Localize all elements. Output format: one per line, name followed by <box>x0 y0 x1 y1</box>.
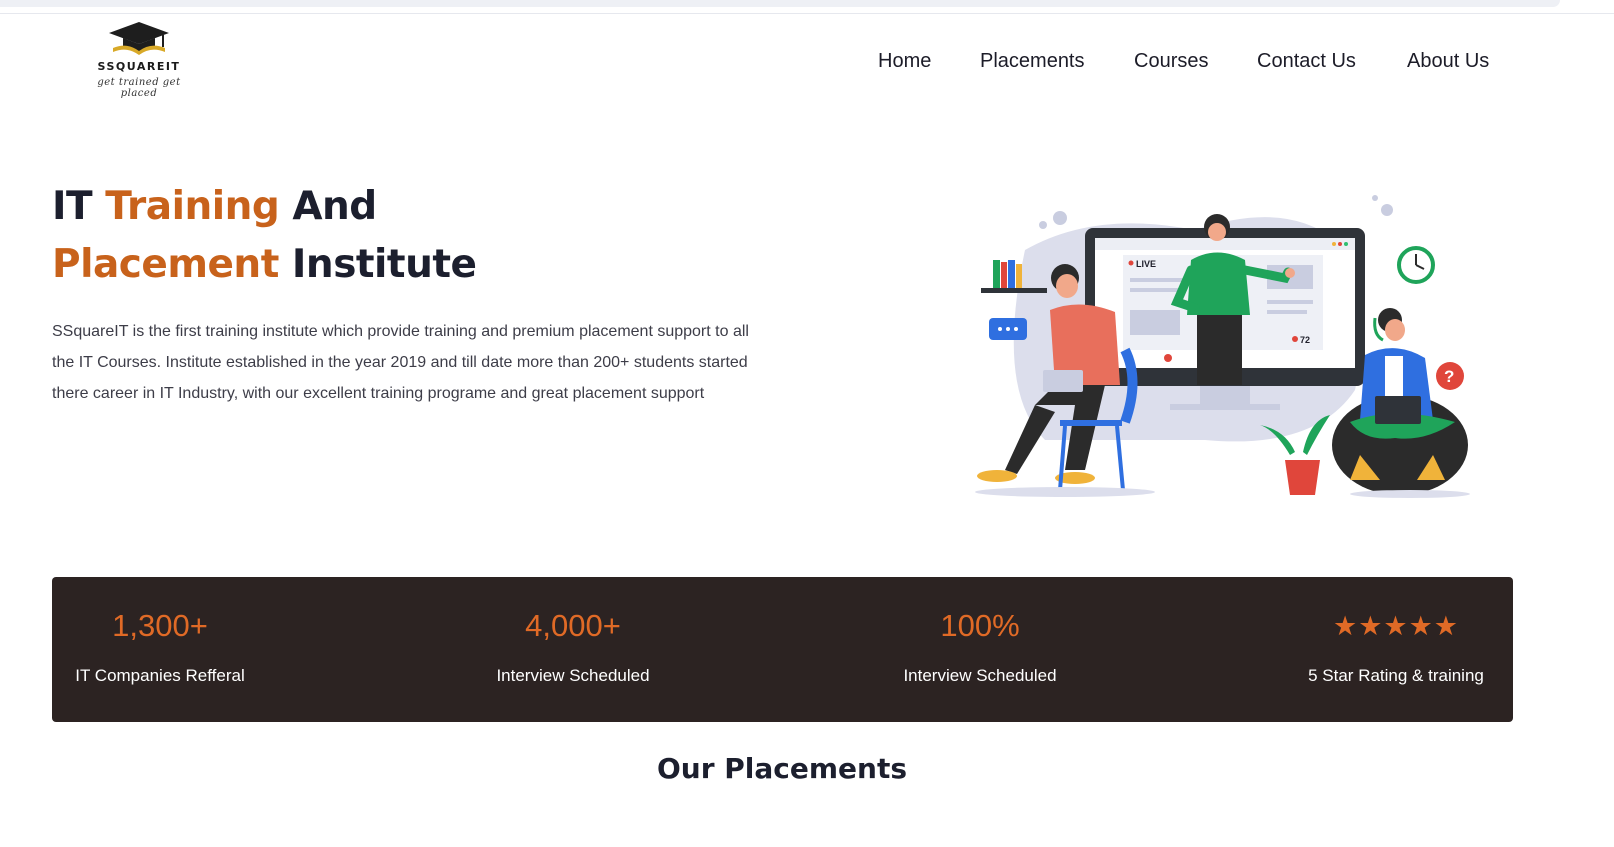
star-rating-icon: ★★★★★ <box>1332 611 1460 641</box>
hero-description: SSquareIT is the first training institut… <box>52 323 749 402</box>
brand-logo[interactable]: SSQUAREIT get trained get placed <box>78 20 200 110</box>
stat-value: 100% <box>940 608 1020 643</box>
nav-courses[interactable]: Courses <box>1134 50 1208 73</box>
stat-label: Interview Scheduled <box>496 666 650 685</box>
online-training-illustration: LIVE 72 ? <box>975 195 1470 498</box>
hero-title-line-2: Placement Institute <box>52 236 477 294</box>
hero-title-accent: Placement <box>52 242 279 287</box>
stat-item: 4,000+ Interview Scheduled <box>423 577 723 722</box>
graduation-cap-icon <box>109 22 169 55</box>
hero-title-text: IT <box>52 184 106 229</box>
hero-title-text: Institute <box>278 242 477 287</box>
nav-contact-us[interactable]: Contact Us <box>1257 50 1356 73</box>
stat-label: IT Companies Refferal <box>75 666 245 685</box>
svg-text:?: ? <box>1444 367 1454 386</box>
nav-placements[interactable]: Placements <box>980 50 1085 73</box>
hero-title: IT Training And Placement Institute <box>52 178 477 294</box>
stat-item: ★★★★★ 5 Star Rating & training <box>1246 577 1546 722</box>
nav-home[interactable]: Home <box>878 50 931 73</box>
viewer-count: 72 <box>1300 335 1310 345</box>
stat-label: Interview Scheduled <box>903 666 1057 685</box>
stat-value: 4,000+ <box>525 608 621 643</box>
brand-tagline: get trained get placed <box>97 77 181 99</box>
stat-item: 100% Interview Scheduled <box>830 577 1130 722</box>
stat-label: 5 Star Rating & training <box>1308 666 1484 685</box>
brand-name: SSQUAREIT <box>97 60 181 73</box>
nav-about-us[interactable]: About Us <box>1407 50 1489 73</box>
browser-top-strip <box>0 0 1560 7</box>
hero-title-accent: Training <box>105 184 280 229</box>
hero-title-text: And <box>279 184 377 229</box>
section-title-placements: Our Placements <box>656 752 908 785</box>
stat-item: 1,300+ IT Companies Refferal <box>10 577 310 722</box>
stat-value: 1,300+ <box>112 608 208 643</box>
live-label: LIVE <box>1136 259 1156 269</box>
stats-bar: 1,300+ IT Companies Refferal 4,000+ Inte… <box>52 577 1513 722</box>
divider <box>0 13 1614 14</box>
hero-title-line-1: IT Training And <box>52 178 476 236</box>
